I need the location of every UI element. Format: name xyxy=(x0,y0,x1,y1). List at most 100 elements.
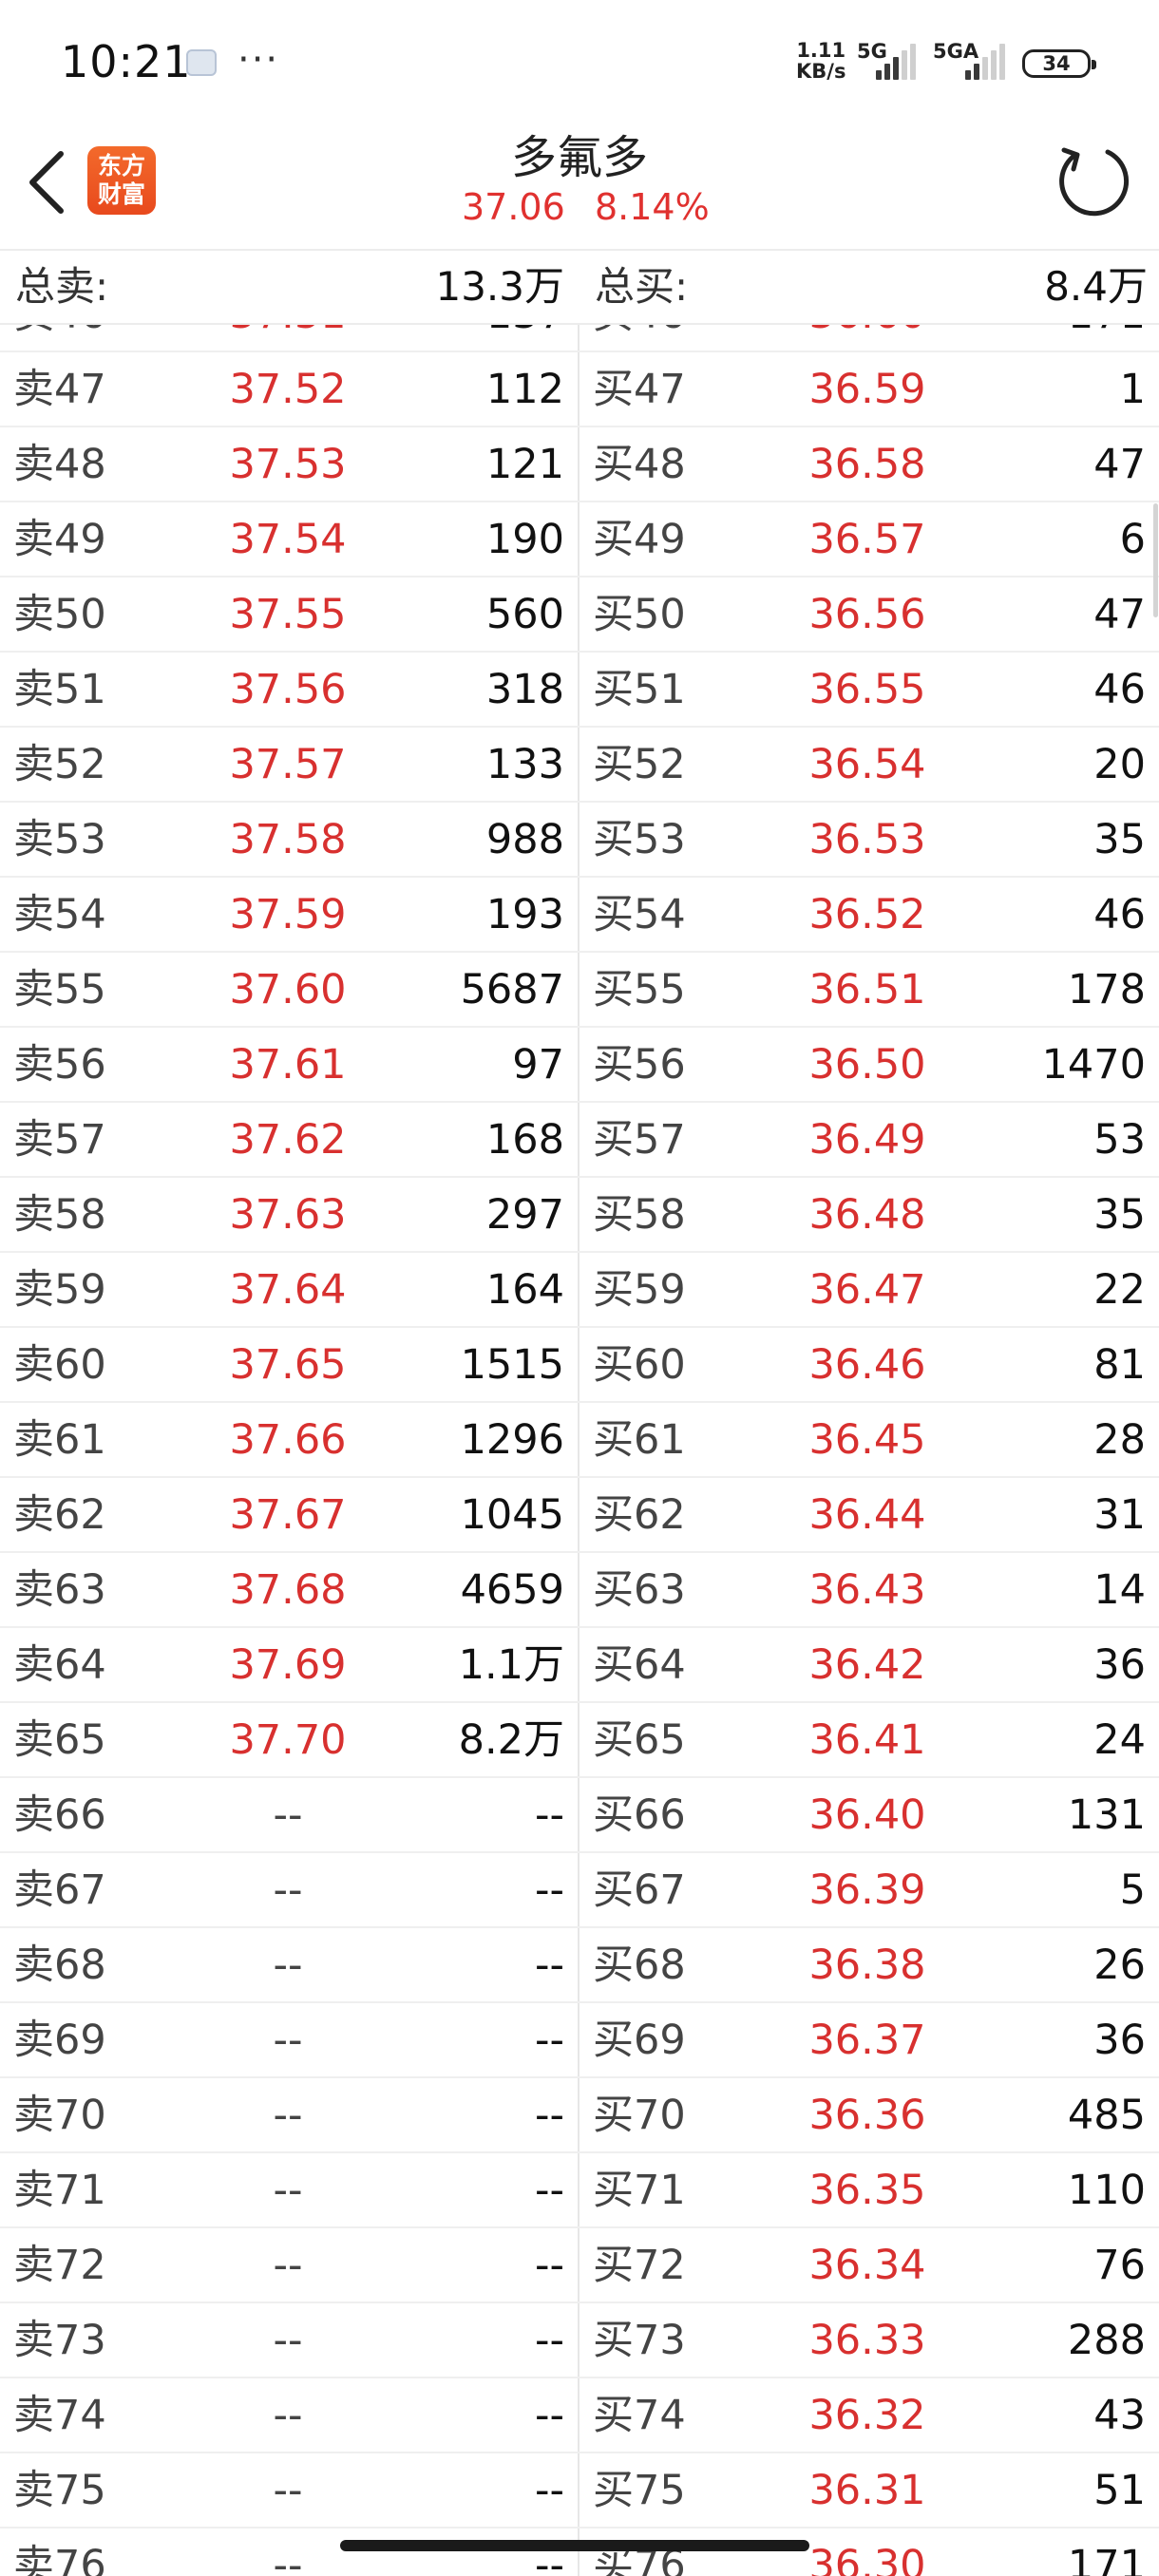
buy-price: 36.53 xyxy=(808,816,926,863)
order-book-row[interactable]: 卖62 37.67 1045 买62 36.44 31 xyxy=(0,1478,1159,1553)
sell-price: 37.56 xyxy=(229,666,347,713)
buy-level-label: 买47 xyxy=(593,366,686,413)
buy-price: 36.54 xyxy=(808,741,926,788)
buy-volume: 35 xyxy=(1093,816,1146,863)
buy-volume: 5 xyxy=(1119,1866,1146,1914)
buy-price: 36.56 xyxy=(808,591,926,638)
buy-level-label: 买68 xyxy=(593,1941,686,1989)
buy-price: 36.47 xyxy=(808,1266,926,1314)
sell-volume: 1.1万 xyxy=(458,1641,564,1689)
order-book-row[interactable]: 卖55 37.60 5687 买55 36.51 178 xyxy=(0,953,1159,1028)
sell-volume: -- xyxy=(534,2242,564,2289)
order-book-row[interactable]: 卖56 37.61 97 买56 36.50 1470 xyxy=(0,1028,1159,1103)
order-book[interactable]: 卖46 37.51 137 买46 36.60 171 卖47 37.52 112 买47 36.5… xyxy=(0,325,1159,2576)
sell-volume: 988 xyxy=(485,816,564,863)
battery-icon: 34 xyxy=(1022,49,1096,78)
sell-level-label: 卖75 xyxy=(13,2467,106,2514)
sell-level-label: 卖62 xyxy=(13,1491,106,1539)
sell-price: 37.57 xyxy=(229,741,347,788)
refresh-button[interactable] xyxy=(1054,142,1132,220)
sell-volume: 168 xyxy=(485,1116,564,1164)
buy-price: 36.41 xyxy=(808,1716,926,1764)
sell-level-label: 卖52 xyxy=(13,741,106,788)
sell-level-label: 卖55 xyxy=(13,966,106,1013)
buy-volume: 24 xyxy=(1093,1716,1146,1764)
buy-price: 36.33 xyxy=(808,2317,926,2364)
order-book-row[interactable]: 卖70 -- -- 买70 36.36 485 xyxy=(0,2078,1159,2153)
order-book-row[interactable]: 卖67 -- -- 买67 36.39 5 xyxy=(0,1853,1159,1928)
buy-level-label: 买61 xyxy=(593,1416,686,1464)
order-book-row[interactable]: 卖60 37.65 1515 买60 36.46 81 xyxy=(0,1328,1159,1403)
sell-volume: 137 xyxy=(393,325,564,350)
buy-price: 36.34 xyxy=(808,2242,926,2289)
buy-level-label: 买54 xyxy=(593,891,686,938)
order-book-row[interactable]: 卖52 37.57 133 买52 36.54 20 xyxy=(0,728,1159,803)
buy-price: 36.60 xyxy=(796,325,939,350)
sell-volume: 5687 xyxy=(460,966,564,1013)
order-book-row[interactable]: 卖58 37.63 297 买58 36.48 35 xyxy=(0,1178,1159,1253)
order-book-row[interactable]: 卖64 37.69 1.1万 买64 36.42 36 xyxy=(0,1628,1159,1703)
buy-volume: 35 xyxy=(1093,1191,1146,1239)
order-book-row[interactable]: 卖51 37.56 318 买51 36.55 46 xyxy=(0,653,1159,728)
buy-volume: 43 xyxy=(1093,2392,1146,2439)
buy-volume: 31 xyxy=(1093,1491,1146,1539)
order-book-row[interactable]: 卖50 37.55 560 买50 36.56 47 xyxy=(0,578,1159,653)
order-book-row[interactable]: 卖63 37.68 4659 买63 36.43 14 xyxy=(0,1553,1159,1628)
buy-volume: 178 xyxy=(1067,966,1146,1013)
sell-price: 37.51 xyxy=(217,325,359,350)
order-book-row[interactable]: 卖47 37.52 112 买47 36.59 1 xyxy=(0,352,1159,427)
order-book-row[interactable]: 卖75 -- -- 买75 36.31 51 xyxy=(0,2453,1159,2529)
order-book-row[interactable]: 卖73 -- -- 买73 36.33 288 xyxy=(0,2303,1159,2378)
buy-level-label: 买48 xyxy=(593,441,686,488)
sell-level-label: 卖68 xyxy=(13,1941,106,1989)
buy-volume: 81 xyxy=(1093,1341,1146,1389)
buy-volume: 1470 xyxy=(1041,1041,1146,1089)
sell-price: -- xyxy=(273,2242,303,2289)
sell-volume: 112 xyxy=(485,366,564,413)
sell-price: -- xyxy=(273,2542,303,2576)
sell-level-label: 卖56 xyxy=(13,1041,106,1089)
sell-price: 37.60 xyxy=(229,966,347,1013)
buy-level-label: 买53 xyxy=(593,816,686,863)
order-book-row[interactable]: 卖72 -- -- 买72 36.34 76 xyxy=(0,2228,1159,2303)
order-book-row[interactable]: 卖57 37.62 168 买57 36.49 53 xyxy=(0,1103,1159,1178)
order-book-row[interactable]: 卖65 37.70 8.2万 买65 36.41 24 xyxy=(0,1703,1159,1778)
order-book-row[interactable]: 卖59 37.64 164 买59 36.47 22 xyxy=(0,1253,1159,1328)
sell-price: 37.61 xyxy=(229,1041,347,1089)
sell-price: 37.66 xyxy=(229,1416,347,1464)
order-book-row[interactable]: 卖74 -- -- 买74 36.32 43 xyxy=(0,2378,1159,2453)
home-indicator[interactable] xyxy=(340,2540,809,2551)
sell-level-label: 卖60 xyxy=(13,1341,106,1389)
total-sell-value: 13.3万 xyxy=(435,263,564,310)
order-book-row[interactable]: 卖49 37.54 190 买49 36.57 6 xyxy=(0,502,1159,578)
sell-level-label: 卖66 xyxy=(13,1791,106,1839)
buy-level-label: 买51 xyxy=(593,666,686,713)
sell-level-label: 卖51 xyxy=(13,666,106,713)
buy-level-label: 买57 xyxy=(593,1116,686,1164)
sell-level-label: 卖64 xyxy=(13,1641,106,1689)
order-book-row[interactable]: 卖66 -- -- 买66 36.40 131 xyxy=(0,1778,1159,1853)
sell-price: -- xyxy=(273,2167,303,2214)
order-book-row[interactable]: 卖61 37.66 1296 买61 36.45 28 xyxy=(0,1403,1159,1478)
buy-level-label: 买65 xyxy=(593,1716,686,1764)
sell-level-label: 卖59 xyxy=(13,1266,106,1314)
order-book-row[interactable]: 卖54 37.59 193 买54 36.52 46 xyxy=(0,878,1159,953)
buy-volume: 51 xyxy=(1093,2467,1146,2514)
order-book-row[interactable]: 卖68 -- -- 买68 36.38 26 xyxy=(0,1928,1159,2003)
buy-level-label: 买75 xyxy=(593,2467,686,2514)
order-book-row[interactable]: 卖71 -- -- 买71 36.35 110 xyxy=(0,2153,1159,2228)
order-book-row[interactable]: 卖48 37.53 121 买48 36.58 47 xyxy=(0,427,1159,502)
order-book-row[interactable]: 卖76 -- -- 买76 36.30 171 xyxy=(0,2529,1159,2576)
sell-volume: -- xyxy=(534,2317,564,2364)
buy-level-label: 买46 xyxy=(593,325,686,350)
buy-volume: 1 xyxy=(1119,366,1146,413)
order-book-row[interactable]: 卖53 37.58 988 买53 36.53 35 xyxy=(0,803,1159,878)
buy-level-label: 买56 xyxy=(593,1041,686,1089)
sell-level-label: 卖46 xyxy=(13,325,106,350)
order-book-row[interactable]: 卖69 -- -- 买69 36.37 36 xyxy=(0,2003,1159,2078)
order-book-row[interactable]: 卖46 37.51 137 买46 36.60 171 xyxy=(0,325,1159,352)
sell-price: 37.54 xyxy=(229,516,347,563)
sell-level-label: 卖57 xyxy=(13,1116,106,1164)
buy-volume: 47 xyxy=(1093,441,1146,488)
sell-volume: 190 xyxy=(485,516,564,563)
